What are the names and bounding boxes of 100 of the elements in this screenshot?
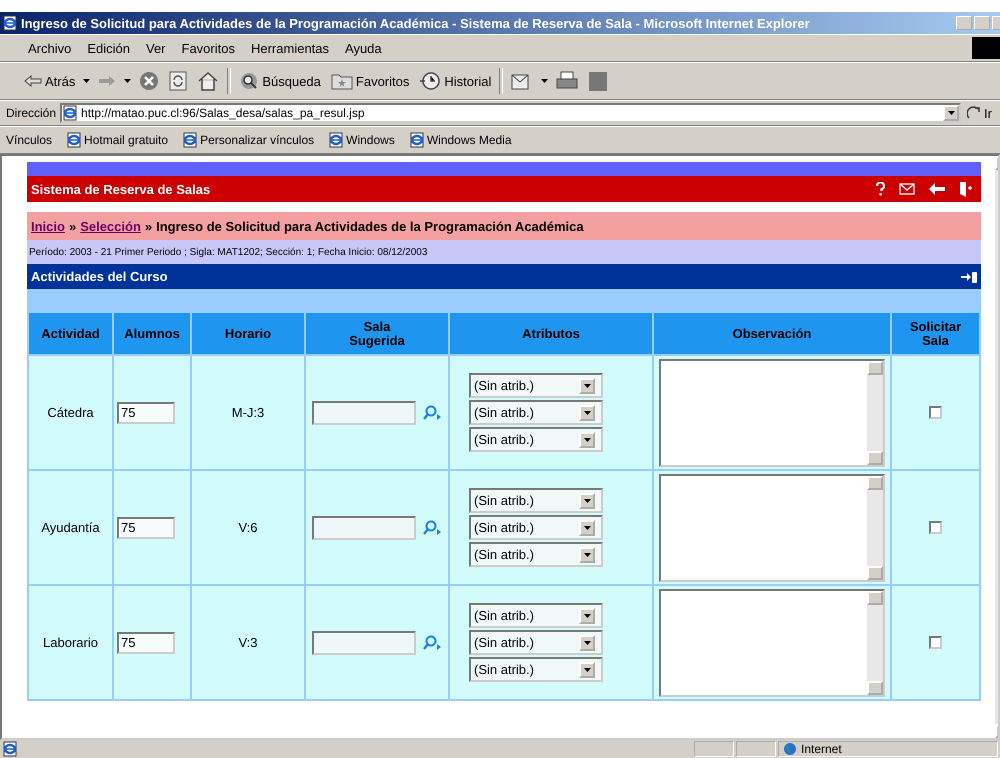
request-checkbox[interactable] (929, 521, 942, 534)
observation-field[interactable] (659, 358, 885, 466)
browser-page-icon (328, 132, 344, 148)
breadcrumb-link[interactable]: Selección (80, 218, 141, 234)
students-field[interactable]: 75 (117, 516, 175, 538)
refresh-button[interactable] (167, 69, 190, 93)
column-header: Horario (192, 313, 304, 354)
column-header: Sala Sugerida (306, 313, 448, 354)
activity-cell: Laborario (29, 586, 112, 699)
home-icon (197, 71, 220, 91)
dropdown-arrow-icon (584, 498, 590, 502)
attribute-select[interactable]: (Sin atrib.) (469, 400, 603, 425)
link-button[interactable]: Hotmail gratuito (66, 132, 168, 148)
link-button[interactable]: Windows Media (408, 132, 512, 148)
go-arrow-icon (967, 106, 982, 120)
back-arrow-icon (24, 75, 42, 87)
dropdown-arrow-icon (541, 79, 548, 83)
schedule-cell: M-J:3 (192, 356, 304, 469)
menu-item[interactable]: Archivo (24, 38, 76, 58)
menu-item[interactable]: Edición (83, 38, 134, 58)
room-field[interactable] (312, 400, 416, 424)
arrow-bin-icon[interactable] (961, 270, 977, 282)
section-title: Actividades del Curso (31, 269, 169, 284)
activity-cell: Ayudantía (29, 471, 112, 584)
address-field[interactable]: http://matao.puc.cl:96/Salas_desa/salas_pa_resul.jsp (60, 103, 962, 123)
folder-star-icon (330, 72, 353, 90)
link-button[interactable]: Windows (328, 132, 395, 148)
history-button[interactable]: Historial (417, 69, 494, 93)
dropdown-arrow-icon (584, 526, 590, 530)
column-header: Atributos (450, 313, 652, 354)
search-button[interactable]: Búsqueda (237, 69, 323, 93)
go-button[interactable]: Ir (965, 104, 994, 122)
exit-door-icon[interactable] (959, 181, 973, 197)
activity-cell: Cátedra (29, 356, 112, 469)
menu-item[interactable]: Ver (142, 38, 170, 58)
browser-logo-icon (2, 15, 18, 31)
attribute-select[interactable]: (Sin atrib.) (469, 630, 603, 655)
window-title: Ingreso de Solicitud para Actividades de la Programación Académica - Sistema de Reserva de Sala - Microsoft Internet Explorer (21, 16, 811, 30)
attribute-select[interactable]: (Sin atrib.) (469, 657, 603, 682)
dropdown-arrow-icon (584, 614, 590, 618)
back-arrow-icon[interactable] (929, 183, 945, 195)
attribute-select[interactable]: (Sin atrib.) (469, 488, 603, 513)
attribute-select[interactable]: (Sin atrib.) (469, 515, 603, 540)
help-icon[interactable] (876, 182, 885, 196)
link-button[interactable]: Personalizar vínculos (182, 132, 314, 148)
dropdown-arrow-icon (83, 79, 90, 83)
attribute-select[interactable]: (Sin atrib.) (469, 427, 603, 452)
students-field[interactable]: 75 (117, 632, 175, 654)
zone-label: Internet (801, 742, 842, 756)
stop-icon (139, 71, 160, 91)
address-label: Dirección (6, 106, 56, 120)
dropdown-arrow-icon (124, 79, 132, 83)
request-checkbox[interactable] (929, 636, 942, 649)
favorites-button[interactable]: Favoritos (328, 70, 412, 92)
menu-item[interactable]: Herramientas (246, 38, 334, 58)
column-header: Actividad (29, 313, 112, 354)
attribute-select[interactable]: (Sin atrib.) (469, 603, 603, 628)
search-icon[interactable] (422, 634, 442, 650)
minimize-button[interactable] (956, 16, 972, 30)
browser-page-icon (408, 132, 425, 148)
globe-icon (783, 742, 797, 756)
room-field[interactable] (312, 630, 416, 654)
observation-field[interactable] (659, 588, 885, 696)
attribute-select[interactable]: (Sin atrib.) (469, 373, 603, 398)
dropdown-arrow-icon (584, 438, 590, 442)
search-icon[interactable] (422, 404, 442, 420)
mail-icon[interactable] (899, 183, 915, 195)
dropdown-arrow-icon (948, 111, 955, 115)
schedule-cell: V:3 (192, 586, 304, 699)
dropdown-arrow-icon (584, 384, 590, 388)
back-button[interactable]: Atrás (22, 72, 78, 90)
app-title: Sistema de Reserva de Salas (31, 182, 212, 196)
breadcrumb-separator: » (68, 218, 76, 234)
throbber-logo (972, 37, 1000, 59)
dropdown-arrow-icon (584, 410, 590, 414)
observation-field[interactable] (659, 474, 885, 582)
search-icon[interactable] (422, 520, 442, 536)
breadcrumb-current: Ingreso de Solicitud para Actividades de la Programación Académica (156, 218, 584, 234)
students-field[interactable]: 75 (117, 402, 175, 424)
dropdown-arrow-icon (584, 668, 590, 672)
column-header: Solicitar Sala (892, 313, 979, 354)
course-info: Período: 2003 - 21 Primer Periodo ; Sigla: MAT1202; Sección: 1; Fecha Inicio: 08/12/2003 (29, 246, 428, 258)
breadcrumb-separator: » (144, 218, 152, 234)
maximize-button[interactable] (974, 16, 990, 30)
dropdown-arrow-icon (584, 552, 590, 556)
dropdown-arrow-icon (584, 640, 590, 644)
refresh-icon (169, 71, 188, 91)
clock-icon (419, 71, 442, 91)
menu-item[interactable]: Ayuda (341, 38, 386, 58)
browser-page-icon (182, 132, 198, 148)
request-checkbox[interactable] (929, 406, 942, 419)
printer-icon (556, 71, 578, 91)
room-field[interactable] (312, 516, 416, 540)
browser-page-icon (66, 132, 82, 148)
breadcrumb-link[interactable]: Inicio (31, 218, 65, 234)
schedule-cell: V:6 (192, 471, 304, 584)
attribute-select[interactable]: (Sin atrib.) (469, 542, 603, 567)
links-label: Vínculos (6, 133, 52, 147)
search-icon (239, 71, 260, 91)
menu-item[interactable]: Favoritos (178, 38, 239, 58)
